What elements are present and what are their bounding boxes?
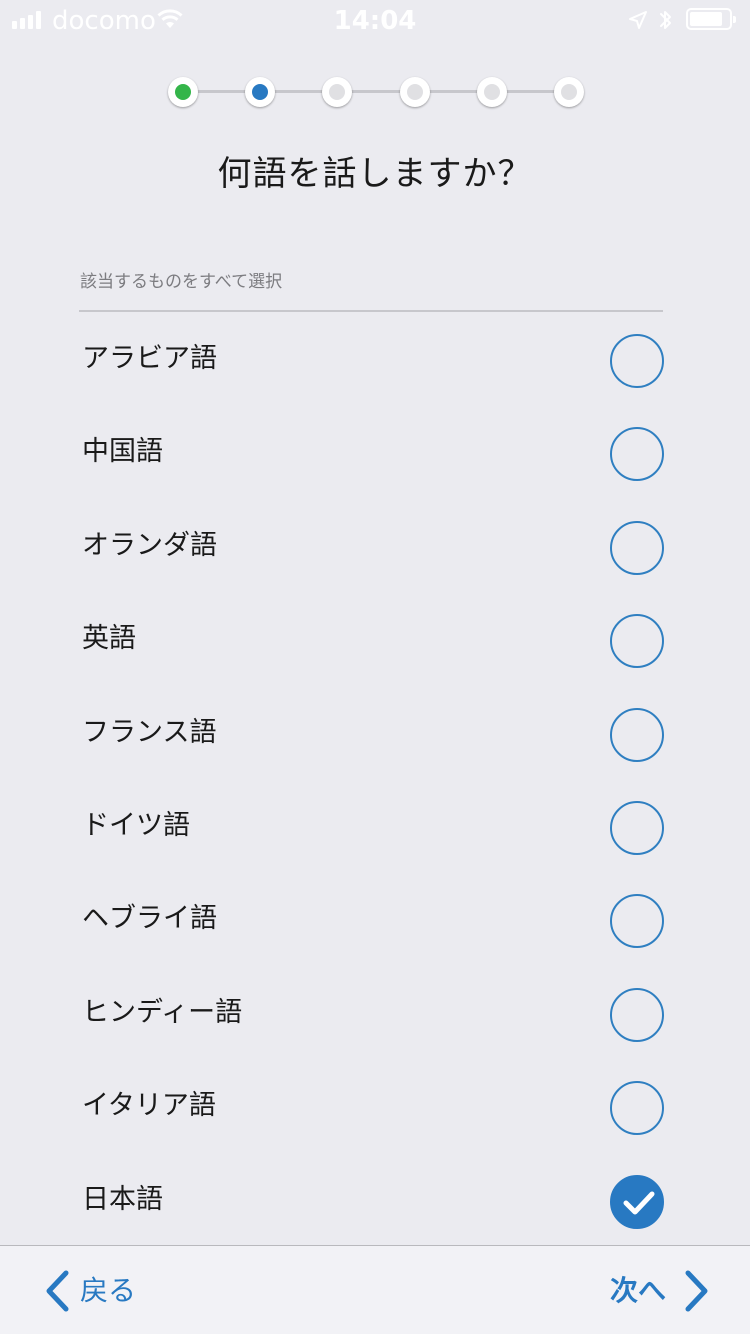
language-item[interactable]: 中国語 bbox=[0, 406, 750, 499]
language-label: ヘブライ語 bbox=[82, 903, 217, 935]
language-label: 中国語 bbox=[82, 436, 163, 468]
chevron-left-icon bbox=[46, 1270, 69, 1312]
step-indicator-track bbox=[183, 90, 569, 93]
next-button[interactable]: 次へ bbox=[610, 1266, 710, 1316]
back-label: 戻る bbox=[80, 1274, 137, 1307]
chevron-right-icon bbox=[685, 1270, 708, 1312]
language-list: アラビア語 中国語 オランダ語 英語 フランス語 ドイツ語 ヘブライ語 ヒンディ… bbox=[0, 313, 750, 1247]
language-label: オランダ語 bbox=[82, 529, 217, 561]
language-item[interactable]: オランダ語 bbox=[0, 500, 750, 593]
language-item[interactable]: フランス語 bbox=[0, 687, 750, 780]
language-label: 英語 bbox=[82, 623, 136, 655]
divider bbox=[79, 310, 663, 312]
back-button[interactable]: 戻る bbox=[44, 1266, 136, 1316]
language-item[interactable]: イタリア語 bbox=[0, 1060, 750, 1153]
battery-icon bbox=[686, 8, 736, 30]
step-dot-core bbox=[407, 84, 423, 100]
language-label: 日本語 bbox=[82, 1183, 163, 1215]
step-dot bbox=[245, 77, 275, 107]
language-item[interactable]: アラビア語 bbox=[0, 313, 750, 406]
checkmark-icon bbox=[623, 1191, 655, 1215]
step-dot-core bbox=[252, 84, 268, 100]
language-item[interactable]: ドイツ語 bbox=[0, 780, 750, 873]
select-checkbox[interactable] bbox=[610, 1081, 664, 1136]
step-dot bbox=[400, 77, 430, 107]
step-indicator bbox=[168, 77, 584, 107]
step-dot bbox=[477, 77, 507, 107]
language-label: フランス語 bbox=[82, 716, 217, 748]
select-checkbox[interactable] bbox=[610, 894, 664, 949]
language-label: ヒンディー語 bbox=[82, 996, 243, 1028]
select-checkbox[interactable] bbox=[610, 520, 664, 575]
language-label: ドイツ語 bbox=[82, 809, 190, 841]
step-dot bbox=[554, 77, 584, 107]
step-dot bbox=[322, 77, 352, 107]
language-label: イタリア語 bbox=[82, 1090, 216, 1122]
language-item[interactable]: ヒンディー語 bbox=[0, 967, 750, 1060]
step-dot-core bbox=[329, 84, 345, 100]
language-label: アラビア語 bbox=[82, 343, 217, 374]
select-checkbox[interactable] bbox=[610, 1174, 664, 1229]
next-label: 次へ bbox=[609, 1274, 666, 1307]
step-dot-core bbox=[175, 84, 191, 100]
language-item[interactable]: 英語 bbox=[0, 593, 750, 686]
instruction-text: 該当するものをすべて選択 bbox=[80, 272, 283, 292]
bluetooth-icon bbox=[660, 11, 671, 29]
page-title: 何語を話しますか？ bbox=[217, 154, 533, 194]
status-bar: docomo 14:04 bbox=[0, 0, 750, 40]
language-item[interactable]: ヘブライ語 bbox=[0, 873, 750, 966]
step-dot-core bbox=[561, 84, 577, 100]
select-checkbox[interactable] bbox=[610, 800, 664, 855]
select-checkbox[interactable] bbox=[610, 987, 664, 1042]
step-dot-core bbox=[484, 84, 500, 100]
language-item[interactable]: 日本語 bbox=[0, 1154, 750, 1247]
select-checkbox[interactable] bbox=[610, 707, 664, 762]
bottom-toolbar: 戻る 次へ bbox=[0, 1245, 750, 1334]
select-checkbox[interactable] bbox=[610, 614, 664, 669]
step-dot bbox=[168, 77, 198, 107]
select-checkbox[interactable] bbox=[610, 334, 664, 388]
location-icon bbox=[629, 11, 647, 29]
select-checkbox[interactable] bbox=[610, 427, 664, 482]
